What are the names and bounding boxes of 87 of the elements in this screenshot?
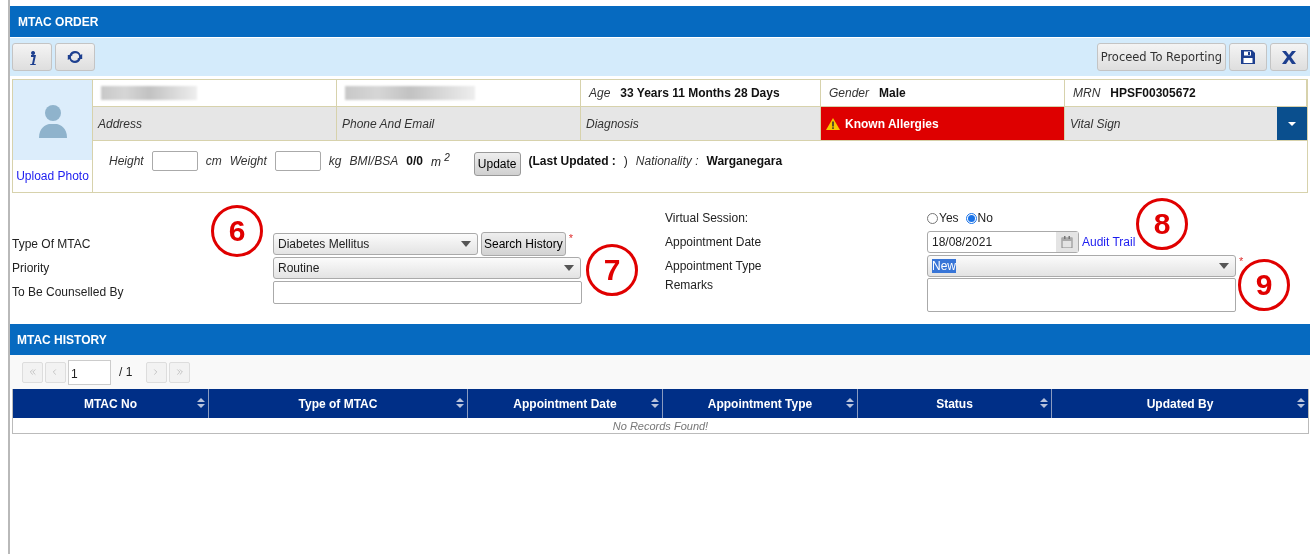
field-label: Appointment Date xyxy=(665,235,763,249)
field-label: Priority xyxy=(12,261,51,275)
last-page-button[interactable] xyxy=(169,361,191,383)
radio-option[interactable]: No xyxy=(965,211,993,225)
save-icon xyxy=(1240,49,1256,65)
required-mark: * xyxy=(568,232,573,244)
previous-page-icon xyxy=(52,367,59,377)
sort-icon xyxy=(1297,398,1305,408)
section-label: Vital Sign xyxy=(1070,116,1121,131)
allergy-alert[interactable]: Known Allergies xyxy=(821,107,1065,141)
empty-message: No Records Found! xyxy=(611,419,710,433)
dropdown-button[interactable] xyxy=(1277,107,1307,140)
column-header[interactable]: Updated By xyxy=(1052,389,1308,418)
alert-label: Known Allergies xyxy=(845,116,939,131)
column-header[interactable]: Appointment Type xyxy=(663,389,858,418)
field-label: Age xyxy=(589,86,611,100)
search-history-button[interactable]: Search History xyxy=(481,232,566,256)
next-page-button[interactable] xyxy=(146,361,168,383)
field-label: (Last Updated : xyxy=(528,153,616,168)
field-label: Weight xyxy=(229,153,267,168)
calendar-icon[interactable] xyxy=(1061,236,1073,248)
field-label: To Be Counselled By xyxy=(12,285,125,299)
field-value: 0/0 xyxy=(406,153,423,168)
update-button[interactable]: Update xyxy=(473,151,521,176)
field-value: Warganegara xyxy=(706,153,783,168)
previous-page-button[interactable] xyxy=(45,361,66,383)
save-button[interactable] xyxy=(1229,43,1267,71)
annotation-marker: 8 xyxy=(1136,198,1188,250)
window-title: MTAC ORDER xyxy=(10,6,1310,37)
upload-photo-link[interactable]: Upload Photo xyxy=(13,160,92,183)
proceed-button[interactable]: Proceed To Reporting xyxy=(1096,43,1226,71)
column-header[interactable]: Status xyxy=(858,389,1052,418)
field-value: 33 Years 11 Months 28 Days xyxy=(620,86,780,100)
date-field[interactable]: 18/08/2021 xyxy=(927,231,1079,253)
text-field[interactable] xyxy=(273,280,582,304)
caret-icon xyxy=(461,241,471,247)
section-label: Phone And Email xyxy=(337,107,581,141)
field-label: Gender xyxy=(829,86,870,100)
field-label: Appointment Type xyxy=(665,259,763,273)
sort-icon xyxy=(456,398,464,408)
annotation-marker: 7 xyxy=(586,244,638,296)
caret-icon xyxy=(1219,263,1229,269)
page-field[interactable]: 1 xyxy=(68,359,111,385)
field-label: Remarks xyxy=(665,278,714,292)
unit-label: m $^{2}$ xyxy=(430,152,450,169)
annotation-marker: 6 xyxy=(211,205,263,257)
first-page-icon xyxy=(29,367,36,377)
field-value: HPSF00305672 xyxy=(1110,86,1196,100)
sort-icon xyxy=(651,398,659,408)
section-label: Address xyxy=(93,107,337,141)
section-title: MTAC HISTORY xyxy=(10,324,1310,355)
sort-icon xyxy=(846,398,854,408)
page-total: / 1 xyxy=(119,365,133,379)
field-label: Height xyxy=(109,153,144,168)
field-label: Nationality : xyxy=(635,153,699,168)
remarks-field[interactable] xyxy=(927,278,1236,312)
refresh-icon xyxy=(67,49,83,65)
last-page-icon xyxy=(176,367,184,377)
close-icon xyxy=(1281,49,1297,65)
sort-icon xyxy=(1040,398,1048,408)
field-label: Virtual Session: xyxy=(665,211,750,225)
height-field[interactable] xyxy=(151,150,198,171)
refresh-button[interactable] xyxy=(55,43,95,71)
unit-label: kg xyxy=(328,153,342,168)
first-page-button[interactable] xyxy=(22,361,43,383)
field-label: Type Of MTAC xyxy=(12,237,92,251)
section-label: Diagnosis xyxy=(581,107,821,141)
audit-trail-link[interactable]: Audit Trail xyxy=(1082,235,1136,249)
column-header[interactable]: Appointment Date xyxy=(468,389,663,418)
column-header[interactable]: MTAC No xyxy=(13,389,209,418)
weight-field[interactable] xyxy=(274,150,321,171)
info-button[interactable] xyxy=(12,43,52,71)
sort-icon xyxy=(197,398,205,408)
select-field[interactable]: Diabetes Mellitus xyxy=(273,233,478,255)
warning-icon xyxy=(826,117,840,130)
field-label: BMI/BSA xyxy=(349,153,399,168)
field-value: Male xyxy=(879,86,906,100)
caret-icon xyxy=(564,265,574,271)
select-field[interactable]: Routine xyxy=(273,257,581,279)
field-label: MRN xyxy=(1073,86,1101,100)
field-value: ) xyxy=(623,153,628,168)
radio-option[interactable]: Yes xyxy=(927,211,959,225)
unit-label: cm xyxy=(205,153,222,168)
column-header[interactable]: Type of MTAC xyxy=(209,389,468,418)
close-button[interactable] xyxy=(1270,43,1308,71)
select-field[interactable]: New xyxy=(927,255,1236,277)
caret-icon xyxy=(1288,121,1296,126)
